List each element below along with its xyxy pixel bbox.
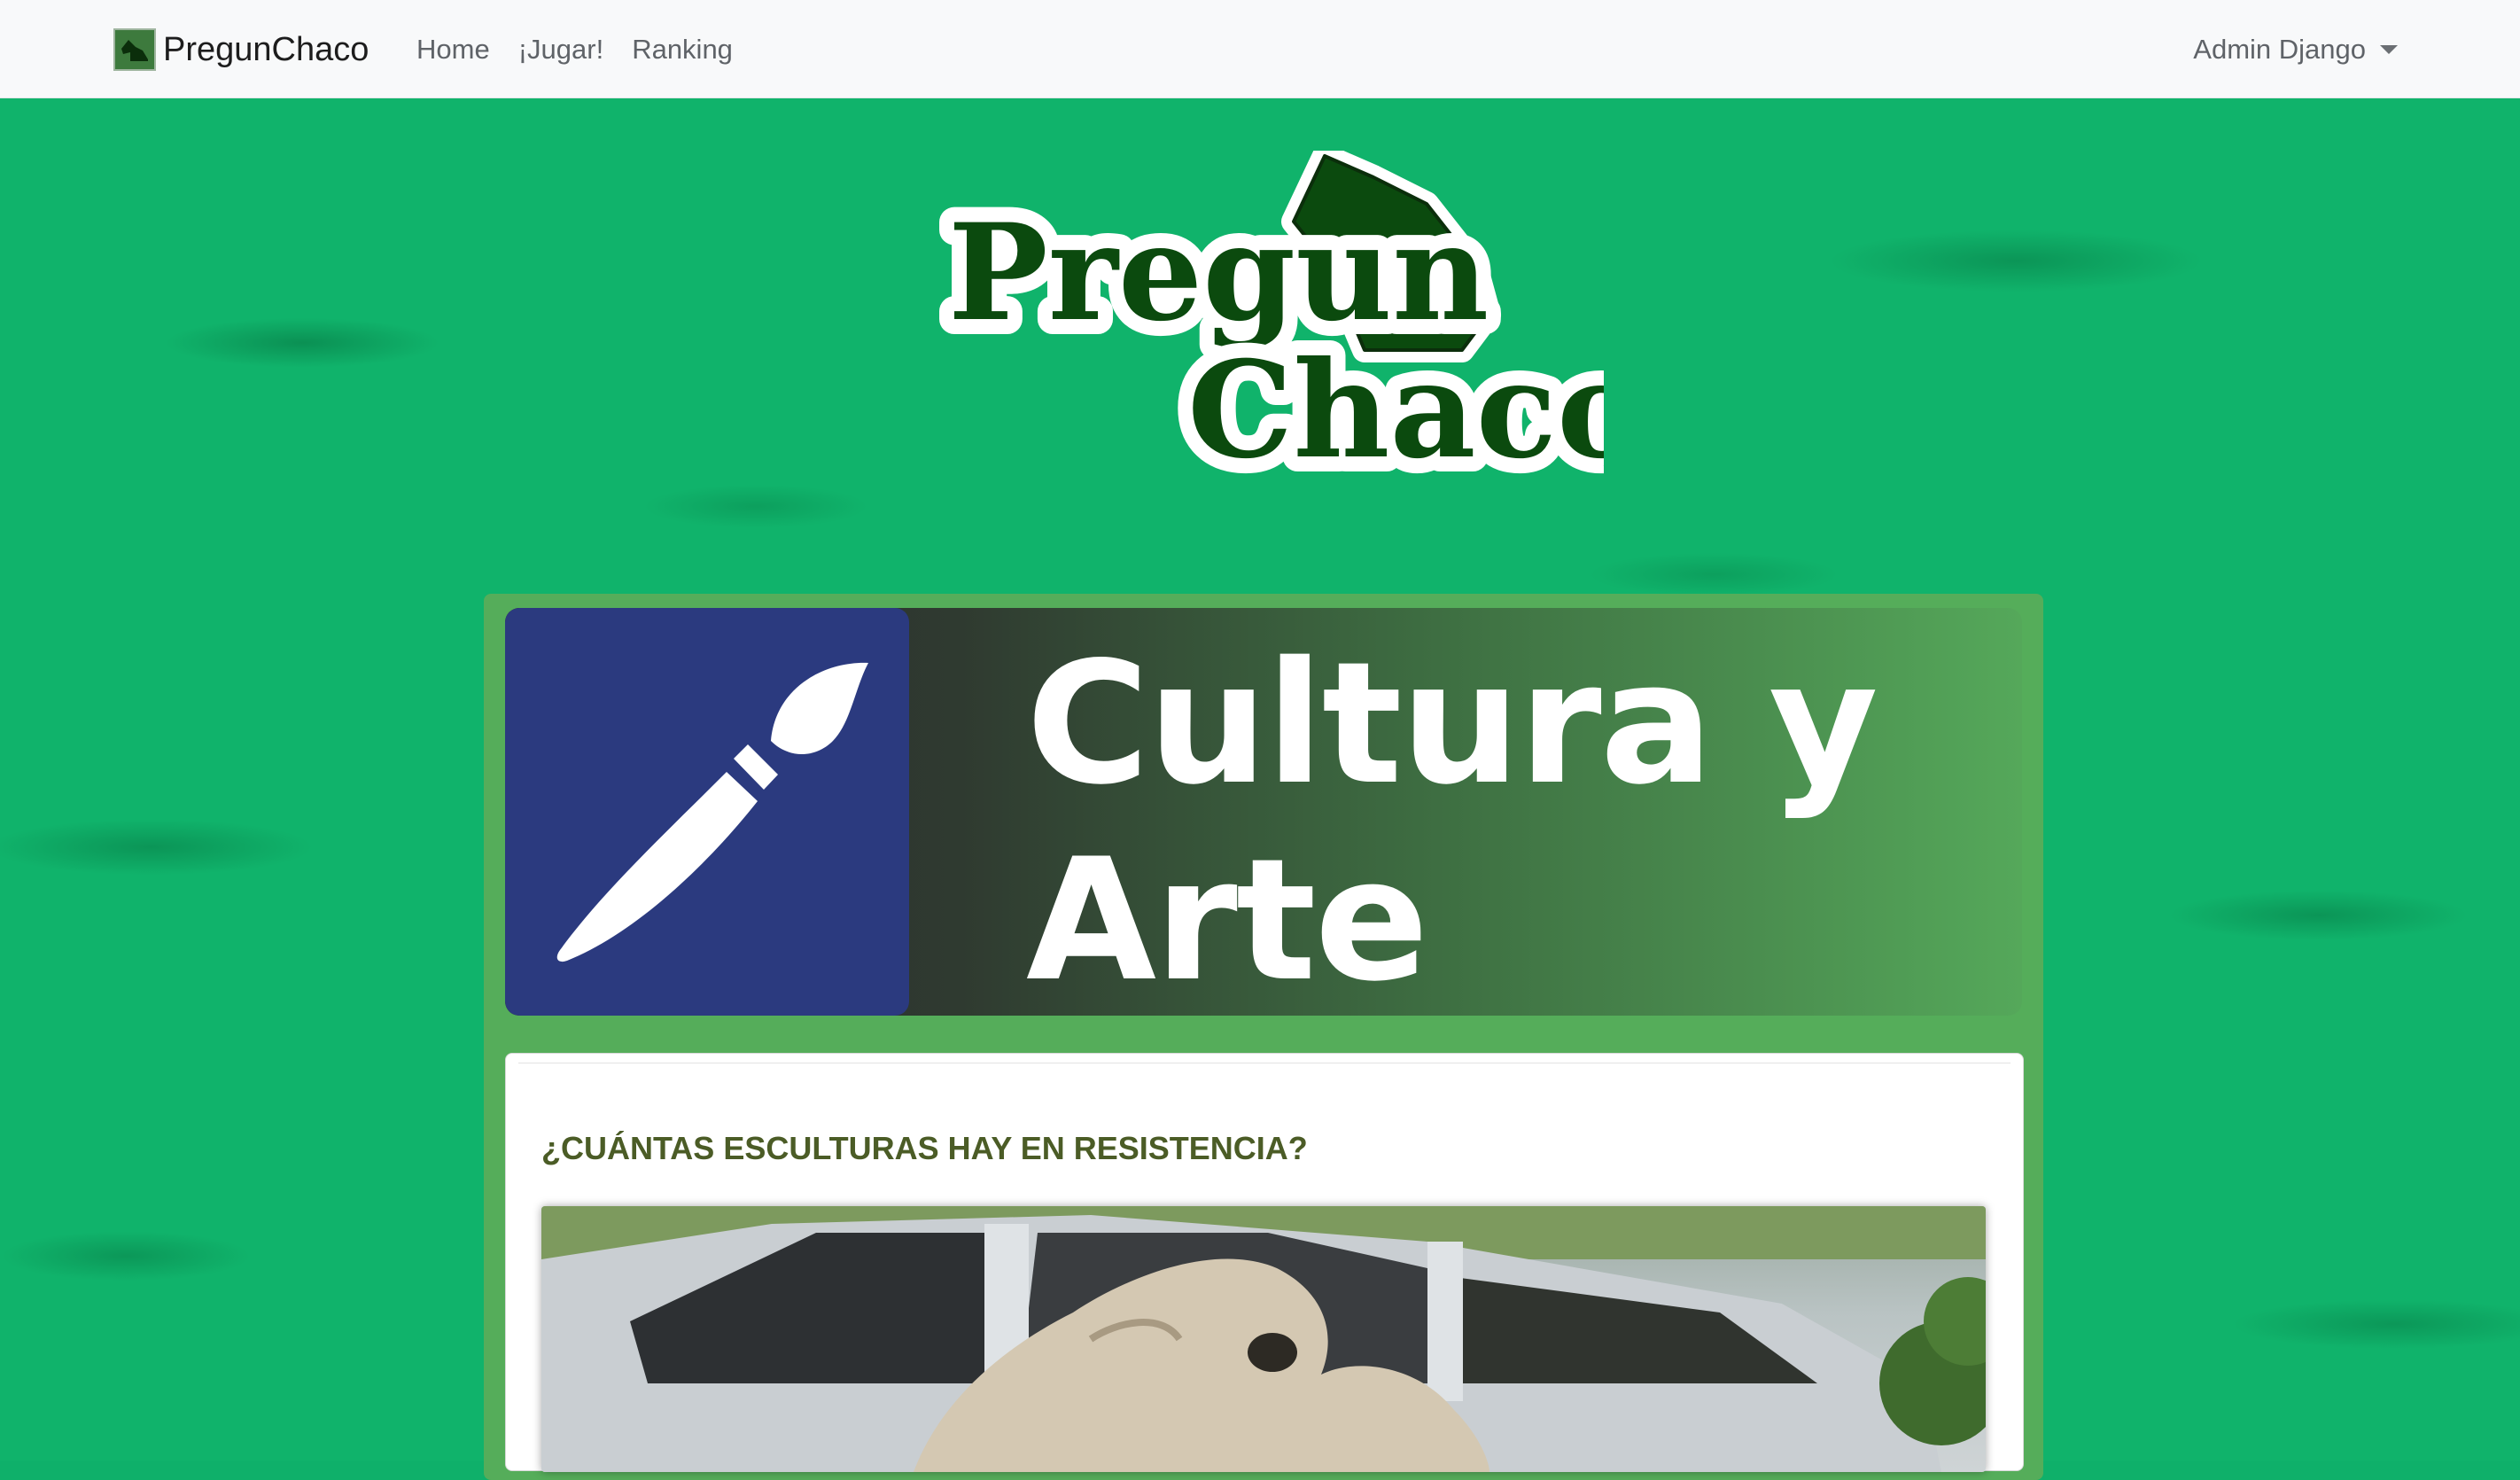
sculpture-photo <box>541 1206 1986 1472</box>
paintbrush-icon <box>505 608 909 1016</box>
chaco-map-icon <box>113 28 156 71</box>
brand-link[interactable]: PregunChaco <box>113 27 369 73</box>
brand-name: PregunChaco <box>163 30 369 68</box>
category-title: Cultura y Arte <box>1026 626 1878 1016</box>
nav-home[interactable]: Home <box>416 34 490 66</box>
nav-ranking[interactable]: Ranking <box>632 34 733 66</box>
user-name: Admin Django <box>2193 34 2366 65</box>
nav-links: Home ¡Jugar! Ranking <box>416 27 761 73</box>
user-dropdown[interactable]: Admin Django <box>2193 27 2398 73</box>
chevron-down-icon <box>2380 45 2398 54</box>
question-text: ¿CUÁNTAS ESCULTURAS HAY EN RESISTENCIA? <box>541 1130 1308 1166</box>
nav-play[interactable]: ¡Jugar! <box>518 34 603 66</box>
question-card: ¿CUÁNTAS ESCULTURAS HAY EN RESISTENCIA? <box>505 1053 2024 1472</box>
navbar: PregunChaco Home ¡Jugar! Ranking Admin D… <box>0 0 2520 98</box>
svg-text:Chaco: Chaco <box>1187 332 1604 488</box>
svg-text:Pregun: Pregun <box>948 195 1489 351</box>
preguncaco-logo: Pregun Pregun Chaco Chaco <box>913 144 1661 514</box>
category-banner: Cultura y Arte <box>505 608 2022 1016</box>
